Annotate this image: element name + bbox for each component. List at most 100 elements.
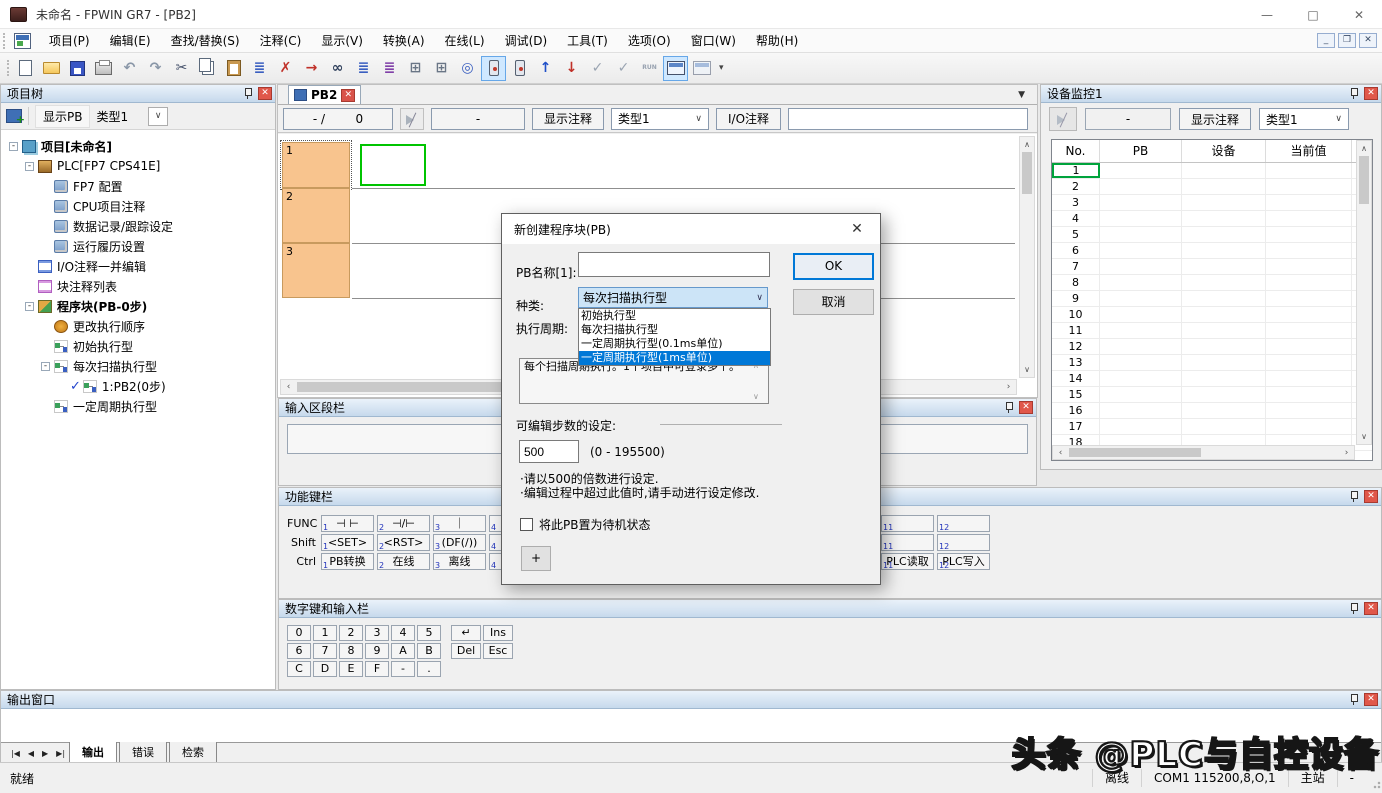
function-key-11[interactable]: 11	[881, 515, 934, 532]
key-3[interactable]: 3	[365, 625, 389, 641]
menu-item-9[interactable]: 工具(T)	[557, 29, 618, 52]
function-key-2[interactable]: 2在线	[377, 553, 430, 570]
undo-icon[interactable]: ↶	[117, 56, 142, 81]
program-monitor-icon[interactable]: ◎	[455, 56, 480, 81]
scroll-up-icon[interactable]: ∧	[1357, 141, 1371, 156]
device-monitor-on-icon[interactable]	[663, 56, 688, 81]
tree-node[interactable]: 初始执行型	[1, 336, 275, 356]
close-icon[interactable]: ✕	[1336, 0, 1382, 29]
table-row[interactable]: 2	[1052, 179, 1372, 195]
tab-close-icon[interactable]: ✕	[341, 89, 355, 102]
row-number-cell[interactable]: 17	[1052, 419, 1100, 434]
close-icon[interactable]: ✕	[846, 221, 868, 237]
expand-button[interactable]: +	[521, 546, 551, 571]
standby-checkbox[interactable]	[520, 518, 533, 531]
new-block-icon[interactable]	[6, 109, 22, 123]
table-row[interactable]: 4	[1052, 211, 1372, 227]
new-file-icon[interactable]	[13, 56, 38, 81]
function-key-3[interactable]: 3(DF(/))	[433, 534, 486, 551]
row-number-cell[interactable]: 8	[1052, 275, 1100, 290]
key-C[interactable]: C	[287, 661, 311, 677]
scroll-left-icon[interactable]: ‹	[281, 380, 296, 394]
pin-icon[interactable]	[1348, 602, 1360, 615]
table-cell[interactable]	[1100, 163, 1182, 178]
row-number-cell[interactable]: 7	[1052, 259, 1100, 274]
table-cell[interactable]	[1266, 227, 1352, 242]
tab-nav-icon[interactable]: |◀	[7, 749, 24, 758]
scroll-up-icon[interactable]: ∧	[753, 361, 878, 370]
row-number-cell[interactable]: 2	[1052, 179, 1100, 194]
tree-node[interactable]: -项目[未命名]	[1, 136, 275, 156]
table-cell[interactable]	[1266, 179, 1352, 194]
menu-item-7[interactable]: 在线(L)	[435, 29, 495, 52]
table-cell[interactable]	[1182, 227, 1266, 242]
table-cell[interactable]	[1100, 355, 1182, 370]
table-cell[interactable]	[1100, 307, 1182, 322]
tree-node[interactable]: I/O注释一并编辑	[1, 256, 275, 276]
tree-expander-icon[interactable]: -	[25, 302, 34, 311]
table-row[interactable]: 3	[1052, 195, 1372, 211]
jump-icon[interactable]: →	[299, 56, 324, 81]
show-comment-button[interactable]: 显示注释	[532, 108, 604, 130]
row-number-cell[interactable]: 3	[1052, 195, 1100, 210]
table-cell[interactable]	[1266, 307, 1352, 322]
key-F[interactable]: F	[365, 661, 389, 677]
menu-item-11[interactable]: 窗口(W)	[681, 29, 746, 52]
close-icon[interactable]: ✕	[1364, 87, 1378, 100]
show-comment-button[interactable]: 显示注释	[1179, 108, 1251, 130]
display-comment-icon[interactable]: ≣	[377, 56, 402, 81]
menu-item-4[interactable]: 注释(C)	[250, 29, 312, 52]
table-row[interactable]: 10	[1052, 307, 1372, 323]
scroll-down-icon[interactable]: ∨	[753, 392, 878, 401]
key-B[interactable]: B	[417, 643, 441, 659]
tree-node[interactable]: FP7 配置	[1, 176, 275, 196]
table-cell[interactable]	[1100, 179, 1182, 194]
table-cell[interactable]	[1182, 387, 1266, 402]
function-key-12[interactable]: 12PLC写入	[937, 553, 990, 570]
table-row[interactable]: 11	[1052, 323, 1372, 339]
table-row[interactable]: 5	[1052, 227, 1372, 243]
key-5[interactable]: 5	[417, 625, 441, 641]
table-cell[interactable]	[1266, 403, 1352, 418]
table-cell[interactable]	[1182, 419, 1266, 434]
table-cell[interactable]	[1182, 291, 1266, 306]
key-E[interactable]: E	[339, 661, 363, 677]
function-key-1[interactable]: 1<SET>	[321, 534, 374, 551]
io-comment-edit-icon[interactable]: ⊞	[403, 56, 428, 81]
key-1[interactable]: 1	[313, 625, 337, 641]
table-row[interactable]: 12	[1052, 339, 1372, 355]
pin-icon[interactable]	[1348, 693, 1360, 706]
function-key-1[interactable]: 1⊣ ⊢	[321, 515, 374, 532]
function-key-11[interactable]: 11	[881, 534, 934, 551]
table-cell[interactable]	[1266, 195, 1352, 210]
table-cell[interactable]	[1266, 323, 1352, 338]
table-cell[interactable]	[1100, 291, 1182, 306]
table-cell[interactable]	[1266, 371, 1352, 386]
key-8[interactable]: 8	[339, 643, 363, 659]
dropdown-option-2[interactable]: 每次扫描执行型	[579, 323, 770, 337]
mdi-minimize-icon[interactable]: _	[1317, 33, 1335, 48]
function-key-2[interactable]: 2⊣/⊢	[377, 515, 430, 532]
table-cell[interactable]	[1100, 211, 1182, 226]
device-monitor-off-icon[interactable]	[689, 56, 714, 81]
vertical-scrollbar[interactable]: ∧ ∨	[1019, 136, 1035, 378]
menu-item-3[interactable]: 查找/替换(S)	[161, 29, 250, 52]
scrollbar-thumb[interactable]	[1359, 156, 1369, 204]
cut-icon[interactable]: ✂	[169, 56, 194, 81]
pin-icon[interactable]	[1348, 87, 1360, 100]
paste-icon[interactable]	[221, 56, 246, 81]
key-Esc[interactable]: Esc	[483, 643, 513, 659]
close-icon[interactable]: ✕	[1364, 490, 1378, 503]
tree-node[interactable]: 一定周期执行型	[1, 396, 275, 416]
table-cell[interactable]	[1182, 211, 1266, 226]
tree-node[interactable]: 数据记录/跟踪设定	[1, 216, 275, 236]
scroll-down-icon[interactable]: ∨	[1357, 429, 1371, 444]
scrollbar-thumb[interactable]	[1069, 448, 1201, 457]
dropdown-option-4[interactable]: 一定周期执行型(1ms单位)	[579, 351, 770, 365]
table-row[interactable]: 15	[1052, 387, 1372, 403]
menu-item-5[interactable]: 显示(V)	[311, 29, 373, 52]
function-key-3[interactable]: 3离线	[433, 553, 486, 570]
table-cell[interactable]	[1266, 275, 1352, 290]
table-cell[interactable]	[1266, 419, 1352, 434]
key-6[interactable]: 6	[287, 643, 311, 659]
